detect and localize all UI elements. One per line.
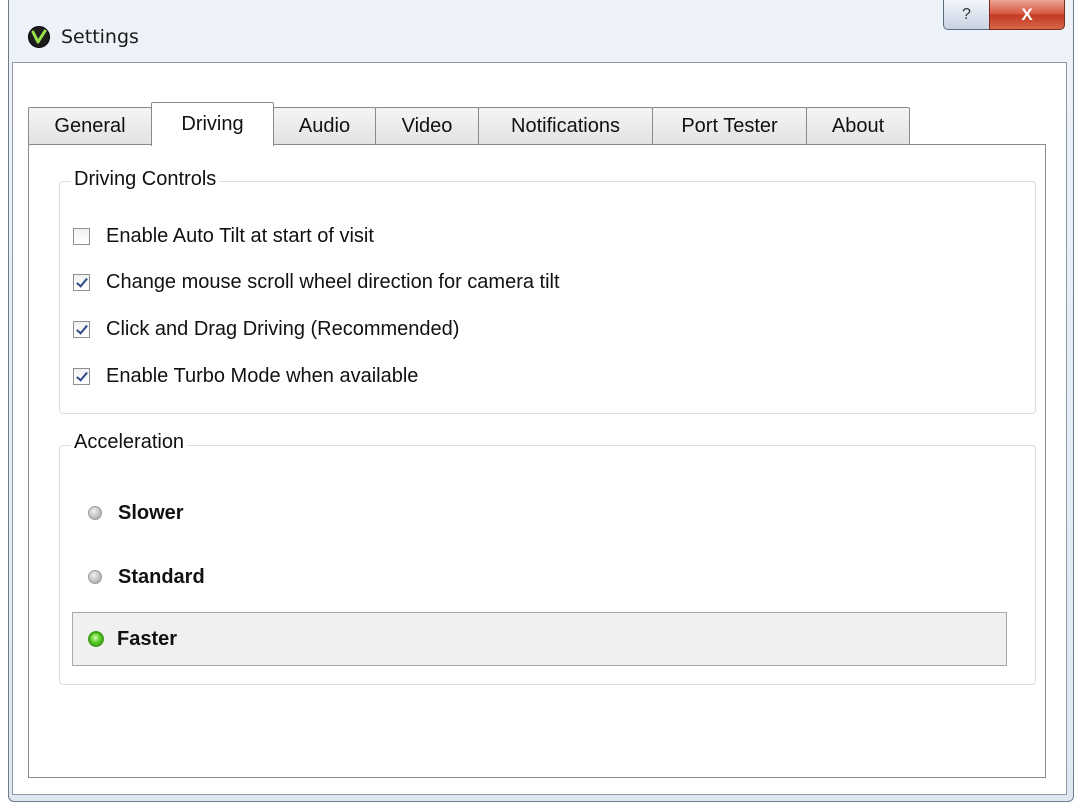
tab-about[interactable]: About — [806, 107, 910, 145]
faster-radio[interactable] — [88, 631, 104, 647]
tab-label: Port Tester — [681, 115, 778, 137]
tab-driving[interactable]: Driving — [151, 102, 274, 146]
tab-label: Audio — [298, 115, 351, 137]
radio-label: Faster — [117, 627, 178, 650]
tab-general[interactable]: General — [28, 107, 152, 145]
help-button[interactable]: ? — [943, 0, 990, 30]
tab-label: Driving — [181, 113, 244, 135]
acceleration-standard-option[interactable]: Standard — [72, 550, 205, 604]
scroll-direction-checkbox[interactable] — [73, 273, 90, 291]
acceleration-faster-option[interactable]: Faster — [72, 612, 1007, 666]
turbo-mode-checkbox[interactable] — [73, 367, 90, 385]
radio-label: Standard — [118, 565, 205, 588]
acceleration-title: Acceleration — [71, 431, 188, 454]
scroll-direction-option[interactable]: Change mouse scroll wheel direction for … — [73, 270, 560, 294]
turbo-mode-option[interactable]: Enable Turbo Mode when available — [73, 364, 418, 388]
click-drag-checkbox[interactable] — [73, 320, 90, 338]
driving-controls-title: Driving Controls — [71, 168, 220, 191]
tab-notifications[interactable]: Notifications — [478, 107, 653, 145]
click-drag-option[interactable]: Click and Drag Driving (Recommended) — [73, 317, 459, 341]
tab-port-tester[interactable]: Port Tester — [652, 107, 807, 145]
tab-label: Notifications — [511, 115, 620, 137]
question-mark-icon: ? — [962, 5, 971, 23]
tab-label: Video — [401, 115, 453, 137]
close-button[interactable]: X — [989, 0, 1065, 30]
standard-radio[interactable] — [88, 570, 102, 584]
acceleration-slower-option[interactable]: Slower — [72, 486, 184, 540]
v-logo-icon — [28, 26, 50, 48]
auto-tilt-option[interactable]: Enable Auto Tilt at start of visit — [73, 224, 374, 248]
tab-label: About — [831, 115, 885, 137]
tab-strip: General Driving Audio Video Notification… — [28, 102, 910, 146]
radio-label: Slower — [118, 501, 184, 524]
checkbox-label: Change mouse scroll wheel direction for … — [106, 270, 560, 293]
checkbox-label: Click and Drag Driving (Recommended) — [106, 317, 460, 340]
title-bar[interactable]: Settings ? X — [9, 0, 1073, 62]
window-title: Settings — [61, 26, 139, 48]
slower-radio[interactable] — [88, 506, 102, 520]
tab-audio[interactable]: Audio — [273, 107, 376, 145]
checkbox-label: Enable Turbo Mode when available — [106, 364, 419, 387]
close-icon: X — [1021, 4, 1033, 24]
tab-video[interactable]: Video — [375, 107, 479, 145]
checkbox-label: Enable Auto Tilt at start of visit — [106, 224, 374, 247]
auto-tilt-checkbox[interactable] — [73, 227, 90, 245]
tab-label: General — [54, 115, 126, 137]
